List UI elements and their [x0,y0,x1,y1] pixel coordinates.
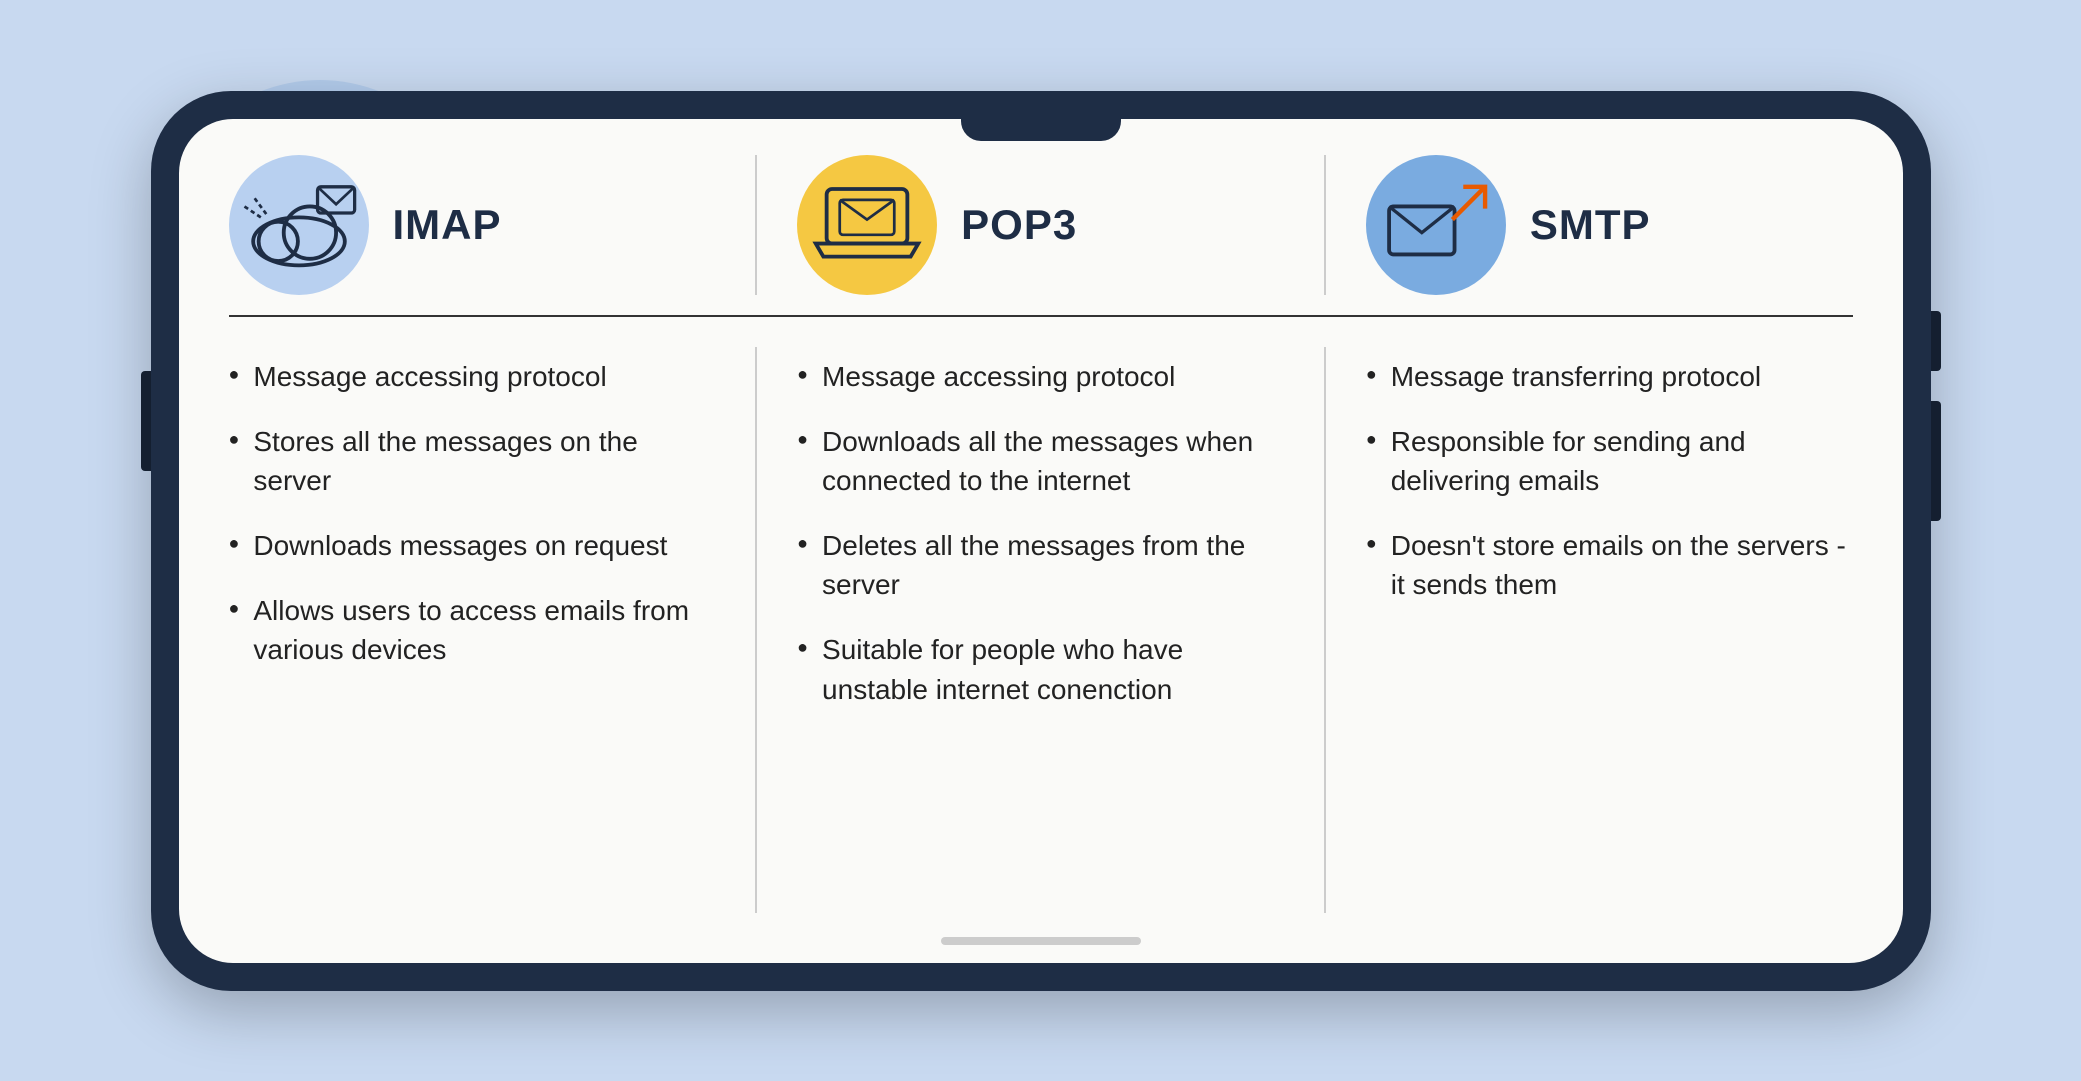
laptop-email-icon [807,175,927,275]
pop3-title: POP3 [961,201,1077,249]
imap-title: IMAP [393,201,502,249]
side-button-right-top [1931,311,1941,371]
imap-header: IMAP [229,155,716,295]
imap-col-header: IMAP [229,155,758,295]
smtp-header: SMTP [1366,155,1853,295]
pop3-feature-3: Deletes all the messages from the server [797,526,1284,604]
pop3-feature-1: Message accessing protocol [797,357,1284,396]
smtp-title: SMTP [1530,201,1651,249]
pop3-col-body: Message accessing protocol Downloads all… [757,347,1326,913]
smtp-col-header: SMTP [1326,155,1853,295]
pop3-feature-list: Message accessing protocol Downloads all… [797,357,1284,709]
smtp-feature-1: Message transferring protocol [1366,357,1853,396]
side-button-left [141,371,151,471]
pop3-icon-circle [797,155,937,295]
email-arrow-icon [1376,175,1496,275]
imap-feature-list: Message accessing protocol Stores all th… [229,357,716,670]
phone-wrapper: IMAP [151,91,1931,991]
imap-feature-2: Stores all the messages on the server [229,422,716,500]
side-button-right-bottom [1931,401,1941,521]
cloud-email-icon [239,175,359,275]
screen-content: IMAP [229,155,1853,913]
imap-icon-circle [229,155,369,295]
pop3-col-header: POP3 [757,155,1326,295]
pop3-feature-2: Downloads all the messages when connecte… [797,422,1284,500]
bottom-bar [941,937,1141,945]
smtp-icon-circle [1366,155,1506,295]
phone-screen: IMAP [179,119,1903,963]
notch [961,119,1121,141]
pop3-header: POP3 [797,155,1284,295]
smtp-feature-list: Message transferring protocol Responsibl… [1366,357,1853,605]
phone-body: IMAP [151,91,1931,991]
smtp-feature-3: Doesn't store emails on the servers - it… [1366,526,1853,604]
header-row: IMAP [229,155,1853,317]
smtp-col-body: Message transferring protocol Responsibl… [1326,347,1853,913]
body-row: Message accessing protocol Stores all th… [229,327,1853,913]
pop3-feature-4: Suitable for people who have unstable in… [797,630,1284,708]
imap-feature-4: Allows users to access emails from vario… [229,591,716,669]
imap-col-body: Message accessing protocol Stores all th… [229,347,758,913]
smtp-feature-2: Responsible for sending and delivering e… [1366,422,1853,500]
imap-feature-3: Downloads messages on request [229,526,716,565]
imap-feature-1: Message accessing protocol [229,357,716,396]
